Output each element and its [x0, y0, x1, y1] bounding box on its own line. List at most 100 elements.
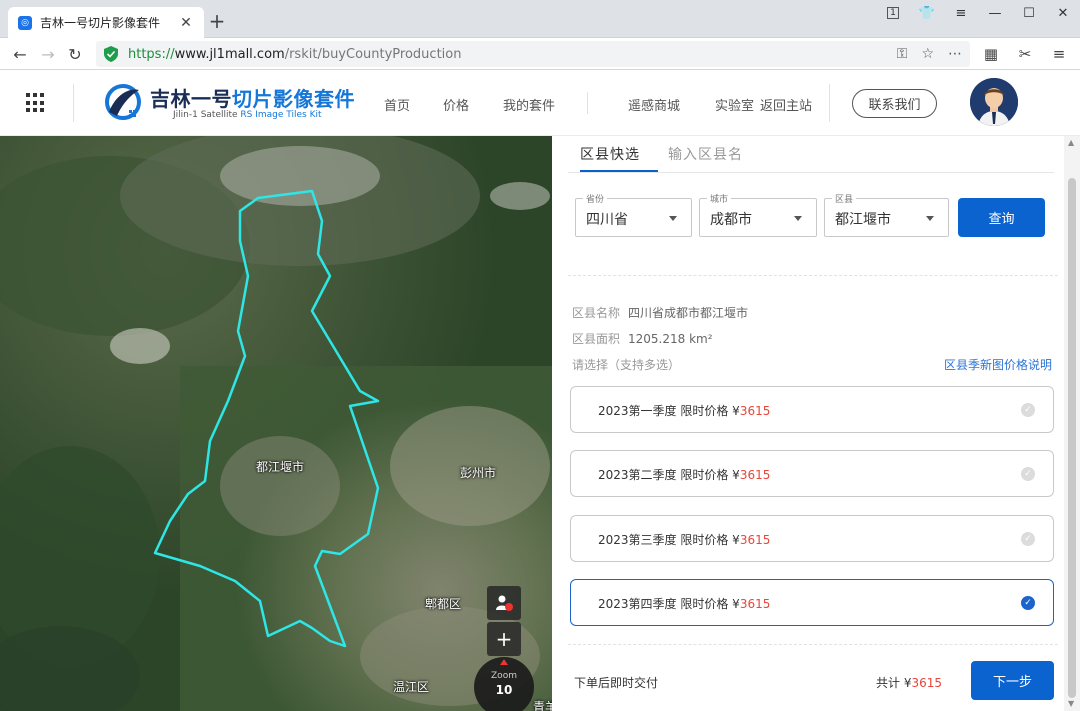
- satellite-map[interactable]: 都江堰市 彭州市 郫都区 温江区 青羊 +: [0, 136, 552, 711]
- browser-tab[interactable]: ◎ 吉林一号切片影像套件 ✕: [8, 7, 204, 38]
- nav-remote-sensing-mall[interactable]: 遥感商城: [628, 95, 680, 114]
- section-divider: [568, 275, 1058, 276]
- price-explanation-link[interactable]: 区县季新图价格说明: [944, 356, 1052, 373]
- logo-subtitle: Jilin-1 Satellite RS Image Tiles Kit: [173, 110, 322, 120]
- avatar-person-icon: [970, 78, 1018, 126]
- zoom-label: Zoom: [491, 671, 517, 681]
- county-name-value: 四川省成都市都江堰市: [628, 306, 749, 320]
- contact-us-button[interactable]: 联系我们: [852, 89, 937, 118]
- close-tab-icon[interactable]: ✕: [178, 15, 194, 31]
- key-icon[interactable]: ⚿: [897, 46, 908, 62]
- site-logo[interactable]: 吉林一号切片影像套件 Jilin-1 Satellite RS Image Ti…: [103, 82, 355, 126]
- locate-user-button[interactable]: [487, 586, 521, 620]
- county-name-row: 区县名称 四川省成都市都江堰市: [572, 304, 748, 321]
- header-divider: [73, 84, 74, 122]
- chevron-down-icon: [794, 216, 802, 221]
- scroll-down-icon[interactable]: ▼: [1068, 699, 1074, 708]
- menu-collapse-icon[interactable]: ≡: [944, 0, 978, 26]
- city-value: 成都市: [710, 212, 752, 228]
- forward-arrow-icon[interactable]: →: [36, 42, 60, 66]
- county-area-row: 区县面积 1205.218 km²: [572, 330, 713, 347]
- zoom-in-button[interactable]: +: [487, 622, 521, 656]
- north-indicator-icon: [500, 659, 508, 665]
- option-q1[interactable]: 2023第一季度 限时价格 ¥3615 ✓: [570, 386, 1054, 433]
- footer-divider: [568, 644, 1058, 645]
- address-bar-row: ← → ↻ https:// www.jl1mall.com /rskit/bu…: [0, 38, 1080, 70]
- browser-tab-bar: ◎ 吉林一号切片影像套件 ✕ + 1 👕 ≡ — ☐ ✕: [0, 0, 1080, 38]
- window-controls: 1 👕 ≡ — ☐ ✕: [876, 0, 1080, 26]
- reload-icon[interactable]: ↻: [63, 42, 87, 66]
- apps-grid-icon[interactable]: ▦: [980, 42, 1002, 66]
- star-bookmark-icon[interactable]: ☆: [921, 46, 934, 62]
- province-select[interactable]: 省份 四川省: [575, 192, 692, 237]
- nav-my-kits[interactable]: 我的套件: [503, 95, 555, 114]
- minimize-button[interactable]: —: [978, 0, 1012, 26]
- maximize-button[interactable]: ☐: [1012, 0, 1046, 26]
- nav-lab[interactable]: 实验室: [715, 95, 754, 114]
- panel-tabs: 区县快选 输入区县名: [568, 136, 1054, 173]
- active-tab-underline: [580, 170, 658, 172]
- province-value: 四川省: [586, 212, 628, 228]
- county-caption: 区县: [832, 192, 857, 205]
- check-circle-icon: ✓: [1021, 467, 1035, 481]
- shirt-icon[interactable]: 👕: [910, 0, 944, 26]
- delivery-note: 下单后即时交付: [574, 676, 659, 690]
- zoom-dial[interactable]: Zoom 10: [474, 657, 534, 711]
- nav-price[interactable]: 价格: [443, 95, 469, 114]
- option-label: 2023第一季度 限时价格 ¥3615: [598, 404, 771, 418]
- map-label-pidu: 郫都区: [425, 597, 462, 611]
- map-label-pengzhou: 彭州市: [460, 466, 497, 480]
- url-host: www.jl1mall.com: [174, 46, 285, 62]
- map-label-qingyang: 青羊: [533, 700, 552, 711]
- check-circle-icon: ✓: [1021, 403, 1035, 417]
- url-field[interactable]: https:// www.jl1mall.com /rskit/buyCount…: [96, 41, 970, 67]
- back-arrow-icon[interactable]: ←: [8, 42, 32, 66]
- chevron-down-icon: [669, 216, 677, 221]
- county-purchase-panel: 区县快选 输入区县名 省份 四川省 城市 成都市 区县 都江堰市 查询 区县名称…: [552, 136, 1064, 711]
- url-path: /rskit/buyCountyProduction: [284, 46, 462, 62]
- browser-toolbar: ▦ ✂ ≡: [980, 42, 1070, 66]
- option-label: 2023第三季度 限时价格 ¥3615: [598, 533, 771, 547]
- total-price: 共计 ¥3615: [876, 676, 942, 690]
- site-header: 吉林一号切片影像套件 Jilin-1 Satellite RS Image Ti…: [0, 70, 1080, 136]
- site-favicon-icon: ◎: [18, 15, 32, 30]
- city-select[interactable]: 城市 成都市: [699, 192, 817, 237]
- tab-county-quick-select[interactable]: 区县快选: [580, 144, 640, 164]
- county-select[interactable]: 区县 都江堰市: [824, 192, 949, 237]
- nav-return-main[interactable]: 返回主站: [760, 95, 812, 114]
- tab-input-county-name[interactable]: 输入区县名: [668, 144, 743, 164]
- map-label-wenjiang: 温江区: [393, 680, 430, 694]
- nav-home[interactable]: 首页: [384, 95, 410, 114]
- option-q3[interactable]: 2023第三季度 限时价格 ¥3615 ✓: [570, 515, 1054, 562]
- new-tab-button[interactable]: +: [206, 10, 228, 32]
- county-name-label: 区县名称: [572, 306, 621, 320]
- app-grid-icon[interactable]: [26, 93, 46, 113]
- secure-shield-icon: [104, 46, 118, 62]
- more-icon[interactable]: ⋯: [948, 46, 962, 62]
- option-label: 2023第二季度 限时价格 ¥3615: [598, 468, 771, 482]
- page-scrollbar[interactable]: ▲ ▼: [1064, 136, 1080, 711]
- next-step-button[interactable]: 下一步: [971, 661, 1054, 700]
- county-area-label: 区县面积: [572, 332, 621, 346]
- scroll-up-icon[interactable]: ▲: [1068, 138, 1074, 147]
- select-hint: 请选择（支持多选）: [572, 358, 681, 372]
- header-divider-2: [829, 84, 830, 122]
- browser-menu-icon[interactable]: ≡: [1048, 42, 1070, 66]
- option-q2[interactable]: 2023第二季度 限时价格 ¥3615 ✓: [570, 450, 1054, 497]
- province-caption: 省份: [583, 192, 608, 205]
- scissors-icon[interactable]: ✂: [1014, 42, 1036, 66]
- url-scheme: https://: [128, 46, 175, 62]
- city-caption: 城市: [707, 192, 732, 205]
- close-window-button[interactable]: ✕: [1046, 0, 1080, 26]
- county-value: 都江堰市: [835, 212, 891, 228]
- window-badge[interactable]: 1: [876, 0, 910, 26]
- query-button[interactable]: 查询: [958, 198, 1045, 237]
- check-circle-icon: ✓: [1021, 596, 1035, 610]
- satellite-logo-icon: [105, 84, 141, 120]
- option-q4[interactable]: 2023第四季度 限时价格 ¥3615 ✓: [570, 579, 1054, 626]
- logo-title: 吉林一号切片影像套件: [150, 87, 355, 111]
- county-area-value: 1205.218 km²: [628, 332, 713, 346]
- user-avatar[interactable]: [970, 78, 1018, 126]
- map-label-dujiangyan: 都江堰市: [256, 460, 305, 474]
- scrollbar-thumb[interactable]: [1068, 178, 1076, 698]
